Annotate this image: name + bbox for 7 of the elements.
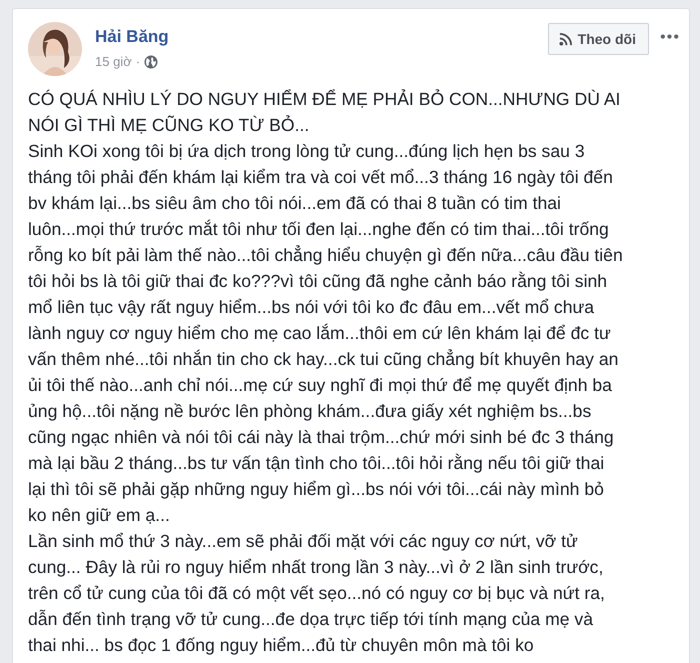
separator-dot: · (136, 54, 140, 69)
follow-button[interactable]: Theo dõi (548, 23, 649, 55)
post-paragraph: Sinh KOi xong tôi bị ứa dịch trong lòng tử cung...đúng lịch hẹn bs sau 3 tháng tôi phải đến khám lại kiểm tra và coi vết mổ...3 tháng 16 ngày tôi đến bv khám lại...bs siêu âm cho tôi nói...em đã có thai 8 tuần có tim thai luôn...mọi thứ trước mắt tôi như tối đen lại...nghe đến có tim thai...tôi trống rỗng ko bít pải làm thế nào...tôi chẳng hiểu chuyện gì đến nữa...câu đầu tiên tôi hỏi bs là tôi giữ thai đc ko???vì tôi cũng đã nghe cảnh báo rằng tôi sinh mổ liên tục vậy rất nguy hiểm...bs nói với tôi ko đc đâu em...vết mổ chưa lành nguy cơ nguy hiểm cho mẹ cao lắm...thôi em cứ lên khám lại để đc tư vấn thêm nhé...tôi nhắn tin cho ck hay...ck tui cũng chẳng bít khuyên hay an ủi tôi thế nào...anh chỉ nói...mẹ cứ suy nghĩ đi mọi thứ để mẹ quyết định ba ủng hộ...tôi nặng nề bước lên phòng khám...đưa giấy xét nghiệm bs...bs cũng ngạc nhiên và nói tôi cái này là thai trộm...chứ mới sinh bé đc 3 tháng mà lại bầu 2 tháng...bs tư vấn tận tình cho tôi...tôi hỏi rằng nếu tôi giữ thai lại thì tôi sẽ phải gặp những nguy hiểm gì...bs nói với tôi...cái này mình bỏ ko nên giữ em ạ... (28, 140, 623, 527)
more-button[interactable]: ••• (658, 30, 679, 44)
author-name[interactable]: Hải Băng (95, 27, 548, 47)
post-paragraph: CÓ QUÁ NHÌU LÝ DO NGUY HIỂM ĐỂ MẸ PHẢI BỎ CON...NHƯNG DÙ AI NÓI GÌ THÌ MẸ CŨNG KO TỪ BỎ... (28, 88, 620, 137)
post-paragraph: Lần sinh mổ thứ 3 này...em sẽ phải đối mặt với các nguy cơ nứt, vỡ tử cung... Đây là rủi ro nguy hiểm nhất trong lần 3 này...vì ở 2 lần sinh trước, trên cổ tử cung của tôi đã có một vết sẹo...nó có nguy cơ bị bục và nứt ra, dẫn đến tình trạng vỡ tử cung...đe dọa trực tiếp tới tính mạng của mẹ và thai nhi... bs đọc 1 đống nguy hiểm...đủ từ chuyên môn mà tôi ko (28, 530, 605, 657)
